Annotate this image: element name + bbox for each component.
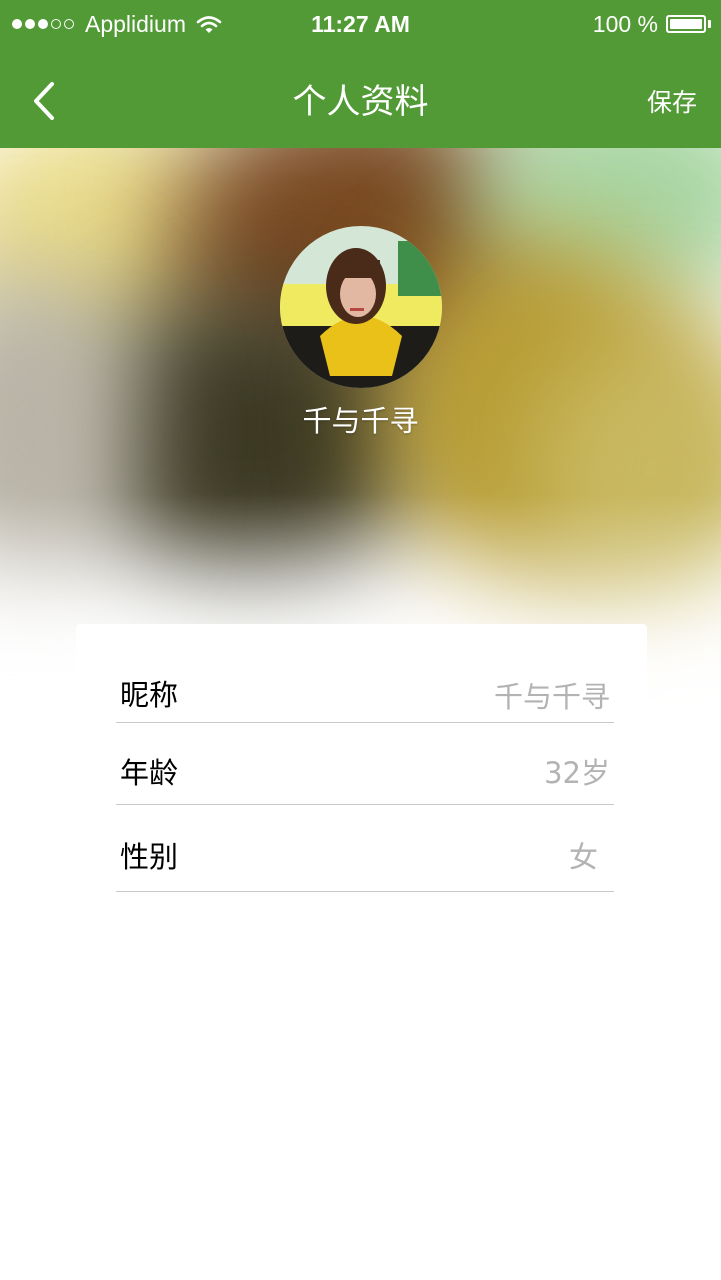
nickname-label: 昵称 <box>120 678 179 712</box>
page-title: 个人资料 <box>292 82 429 122</box>
status-bar: Applidium 11:27 AM 100 % <box>0 0 721 48</box>
avatar-photo <box>280 226 442 388</box>
profile-info-card: 昵称 千与千寻 年龄 32岁 性别 女 <box>76 624 647 914</box>
battery-icon <box>666 15 706 33</box>
nickname-value: 千与千寻 <box>493 680 610 714</box>
age-label: 年龄 <box>120 756 179 790</box>
nickname-row[interactable]: 昵称 千与千寻 <box>116 654 614 723</box>
gender-row[interactable]: 性别 女 <box>116 805 614 892</box>
navigation-header: Applidium 11:27 AM 100 % 个人资料 保存 <box>0 0 721 148</box>
age-row[interactable]: 年龄 32岁 <box>116 723 614 805</box>
battery-percentage: 100 % <box>592 10 658 37</box>
gender-label: 性别 <box>120 840 179 874</box>
battery-cap <box>708 20 711 28</box>
age-value: 32岁 <box>544 756 610 790</box>
battery-fill <box>670 19 702 29</box>
gender-value: 女 <box>568 840 598 874</box>
avatar[interactable] <box>280 226 442 388</box>
profile-name: 千与千寻 <box>302 404 419 438</box>
save-button[interactable]: 保存 <box>647 86 697 120</box>
status-right: 100 % <box>593 11 711 37</box>
